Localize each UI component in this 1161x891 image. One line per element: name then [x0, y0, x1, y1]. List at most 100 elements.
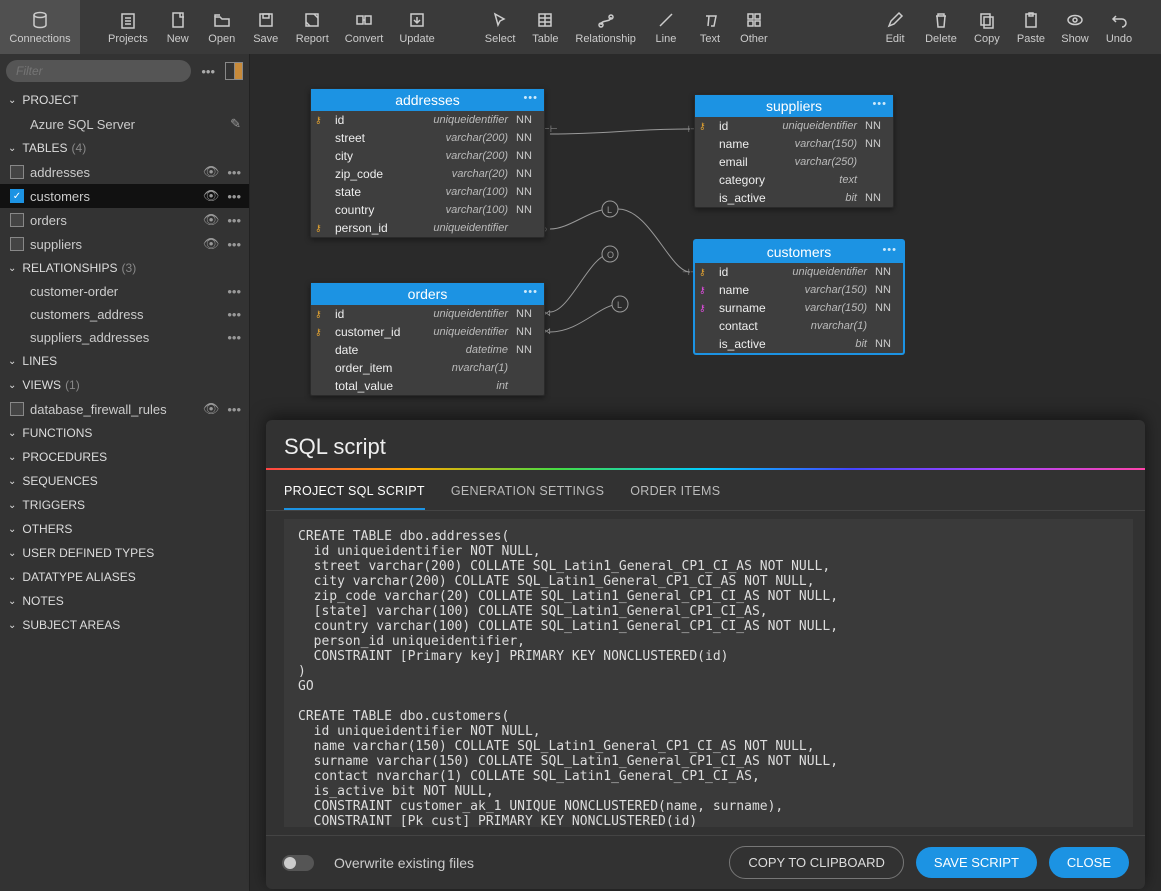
entity-column[interactable]: categorytext [695, 171, 893, 189]
tree-item-customer-order[interactable]: customer-order••• [0, 280, 249, 303]
entity-column[interactable]: is_activebitNN [695, 189, 893, 207]
delete-button[interactable]: Delete [917, 0, 965, 54]
report-button[interactable]: Report [288, 0, 337, 54]
select-button[interactable]: Select [477, 0, 524, 54]
tree-item-orders[interactable]: orders👁••• [0, 208, 249, 232]
tree-header-triggers[interactable]: ⌄TRIGGERS [0, 493, 249, 517]
more-icon[interactable]: ••• [227, 237, 241, 252]
entity-column[interactable]: ⚷iduniqueidentifierNN [695, 117, 893, 135]
projects-button[interactable]: Projects [100, 0, 156, 54]
tree-item-addresses[interactable]: addresses👁••• [0, 160, 249, 184]
entity-column[interactable]: emailvarchar(250) [695, 153, 893, 171]
tree-header-notes[interactable]: ⌄NOTES [0, 589, 249, 613]
more-icon[interactable]: ••• [227, 189, 241, 204]
entity-column[interactable]: zip_codevarchar(20)NN [311, 165, 544, 183]
entity-column[interactable]: ⚷iduniqueidentifierNN [695, 263, 903, 281]
tree-header-functions[interactable]: ⌄FUNCTIONS [0, 421, 249, 445]
entity-column[interactable]: countryvarchar(100)NN [311, 201, 544, 219]
tree-header-datatype-aliases[interactable]: ⌄DATATYPE ALIASES [0, 565, 249, 589]
edit-button[interactable]: Edit [873, 0, 917, 54]
entity-column[interactable]: ⚷iduniqueidentifierNN [311, 111, 544, 129]
tree-item-suppliers[interactable]: suppliers👁••• [0, 232, 249, 256]
tree-header-procedures[interactable]: ⌄PROCEDURES [0, 445, 249, 469]
tree-header-sequences[interactable]: ⌄SEQUENCES [0, 469, 249, 493]
copy-button[interactable]: Copy [965, 0, 1009, 54]
entity-column[interactable]: ⚷customer_iduniqueidentifierNN [311, 323, 544, 341]
entity-menu-icon[interactable]: ••• [523, 286, 538, 298]
checkbox-icon[interactable]: ✓ [10, 189, 24, 203]
entity-menu-icon[interactable]: ••• [872, 98, 887, 110]
entity-addresses[interactable]: addresses••• ⚷iduniqueidentifierNNstreet… [310, 88, 545, 238]
checkbox-icon[interactable] [10, 237, 24, 251]
eye-icon[interactable]: 👁 [203, 164, 220, 180]
paste-button[interactable]: Paste [1009, 0, 1053, 54]
relationship-button[interactable]: Relationship [567, 0, 644, 54]
diagram-canvas[interactable]: ⊢⊢⊣⊣ L ○⊣⊣ O L ⋊⋊ addresses••• ⚷idunique… [250, 54, 1161, 891]
eye-icon[interactable]: 👁 [203, 188, 220, 204]
more-icon[interactable]: ••• [227, 213, 241, 228]
connections-button[interactable]: Connections [0, 0, 80, 54]
open-button[interactable]: Open [200, 0, 244, 54]
tree-item-suppliers_addresses[interactable]: suppliers_addresses••• [0, 326, 249, 349]
filter-input[interactable] [6, 60, 191, 82]
entity-column[interactable]: datedatetimeNN [311, 341, 544, 359]
entity-column[interactable]: ⚷iduniqueidentifierNN [311, 305, 544, 323]
save-button[interactable]: Save [244, 0, 288, 54]
sql-code[interactable]: CREATE TABLE dbo.addresses( id uniqueide… [284, 519, 1133, 827]
save-script-button[interactable]: SAVE SCRIPT [916, 847, 1037, 878]
tree-header-user-defined-types[interactable]: ⌄USER DEFINED TYPES [0, 541, 249, 565]
entity-column[interactable]: is_activebitNN [695, 335, 903, 353]
tree-item-customers_address[interactable]: customers_address••• [0, 303, 249, 326]
eye-icon[interactable]: 👁 [203, 401, 220, 417]
tree-item-azure-sql-server[interactable]: Azure SQL Server✎ [0, 112, 249, 136]
more-icon[interactable]: ••• [227, 307, 241, 322]
more-icon[interactable]: ••• [227, 165, 241, 180]
checkbox-icon[interactable] [10, 213, 24, 227]
tree-header-relationships[interactable]: ⌄RELATIONSHIPS(3) [0, 256, 249, 280]
tree-header-lines[interactable]: ⌄LINES [0, 349, 249, 373]
show-button[interactable]: Show [1053, 0, 1097, 54]
line-button[interactable]: Line [644, 0, 688, 54]
tab-generation-settings[interactable]: GENERATION SETTINGS [451, 478, 604, 510]
tree-header-views[interactable]: ⌄VIEWS(1) [0, 373, 249, 397]
entity-suppliers[interactable]: suppliers••• ⚷iduniqueidentifierNNnameva… [694, 94, 894, 208]
overwrite-toggle[interactable] [282, 855, 314, 871]
tree-header-project[interactable]: ⌄PROJECT [0, 88, 249, 112]
entity-column[interactable]: total_valueint [311, 377, 544, 395]
close-button[interactable]: CLOSE [1049, 847, 1129, 878]
entity-column[interactable]: ⚷person_iduniqueidentifier [311, 219, 544, 237]
checkbox-icon[interactable] [10, 402, 24, 416]
convert-button[interactable]: Convert [337, 0, 392, 54]
entity-column[interactable]: streetvarchar(200)NN [311, 129, 544, 147]
eye-icon[interactable]: 👁 [203, 212, 220, 228]
entity-orders[interactable]: orders••• ⚷iduniqueidentifierNN⚷customer… [310, 282, 545, 396]
new-button[interactable]: New [156, 0, 200, 54]
update-button[interactable]: Update [391, 0, 442, 54]
checkbox-icon[interactable] [10, 165, 24, 179]
entity-column[interactable]: contactnvarchar(1) [695, 317, 903, 335]
copy-clipboard-button[interactable]: COPY TO CLIPBOARD [729, 846, 904, 879]
filter-more-icon[interactable]: ••• [197, 64, 219, 79]
entity-menu-icon[interactable]: ••• [882, 244, 897, 256]
entity-column[interactable]: namevarchar(150)NN [695, 135, 893, 153]
tree-header-tables[interactable]: ⌄TABLES(4) [0, 136, 249, 160]
entity-column[interactable]: ⚷namevarchar(150)NN [695, 281, 903, 299]
more-icon[interactable]: ••• [227, 284, 241, 299]
undo-button[interactable]: Undo [1097, 0, 1141, 54]
entity-customers[interactable]: customers••• ⚷iduniqueidentifierNN⚷namev… [694, 240, 904, 354]
tree-header-others[interactable]: ⌄OTHERS [0, 517, 249, 541]
layout-toggle-icon[interactable] [225, 62, 243, 80]
text-button[interactable]: Text [688, 0, 732, 54]
tree-item-database_firewall_rules[interactable]: database_firewall_rules👁••• [0, 397, 249, 421]
tab-project-sql-script[interactable]: PROJECT SQL SCRIPT [284, 478, 425, 510]
more-icon[interactable]: ••• [227, 330, 241, 345]
entity-column[interactable]: statevarchar(100)NN [311, 183, 544, 201]
entity-column[interactable]: cityvarchar(200)NN [311, 147, 544, 165]
more-icon[interactable]: ••• [227, 402, 241, 417]
tab-order-items[interactable]: ORDER ITEMS [630, 478, 720, 510]
entity-column[interactable]: order_itemnvarchar(1) [311, 359, 544, 377]
tree-header-subject-areas[interactable]: ⌄SUBJECT AREAS [0, 613, 249, 637]
other-button[interactable]: Other [732, 0, 776, 54]
tree-item-customers[interactable]: ✓customers👁••• [0, 184, 249, 208]
entity-column[interactable]: ⚷surnamevarchar(150)NN [695, 299, 903, 317]
